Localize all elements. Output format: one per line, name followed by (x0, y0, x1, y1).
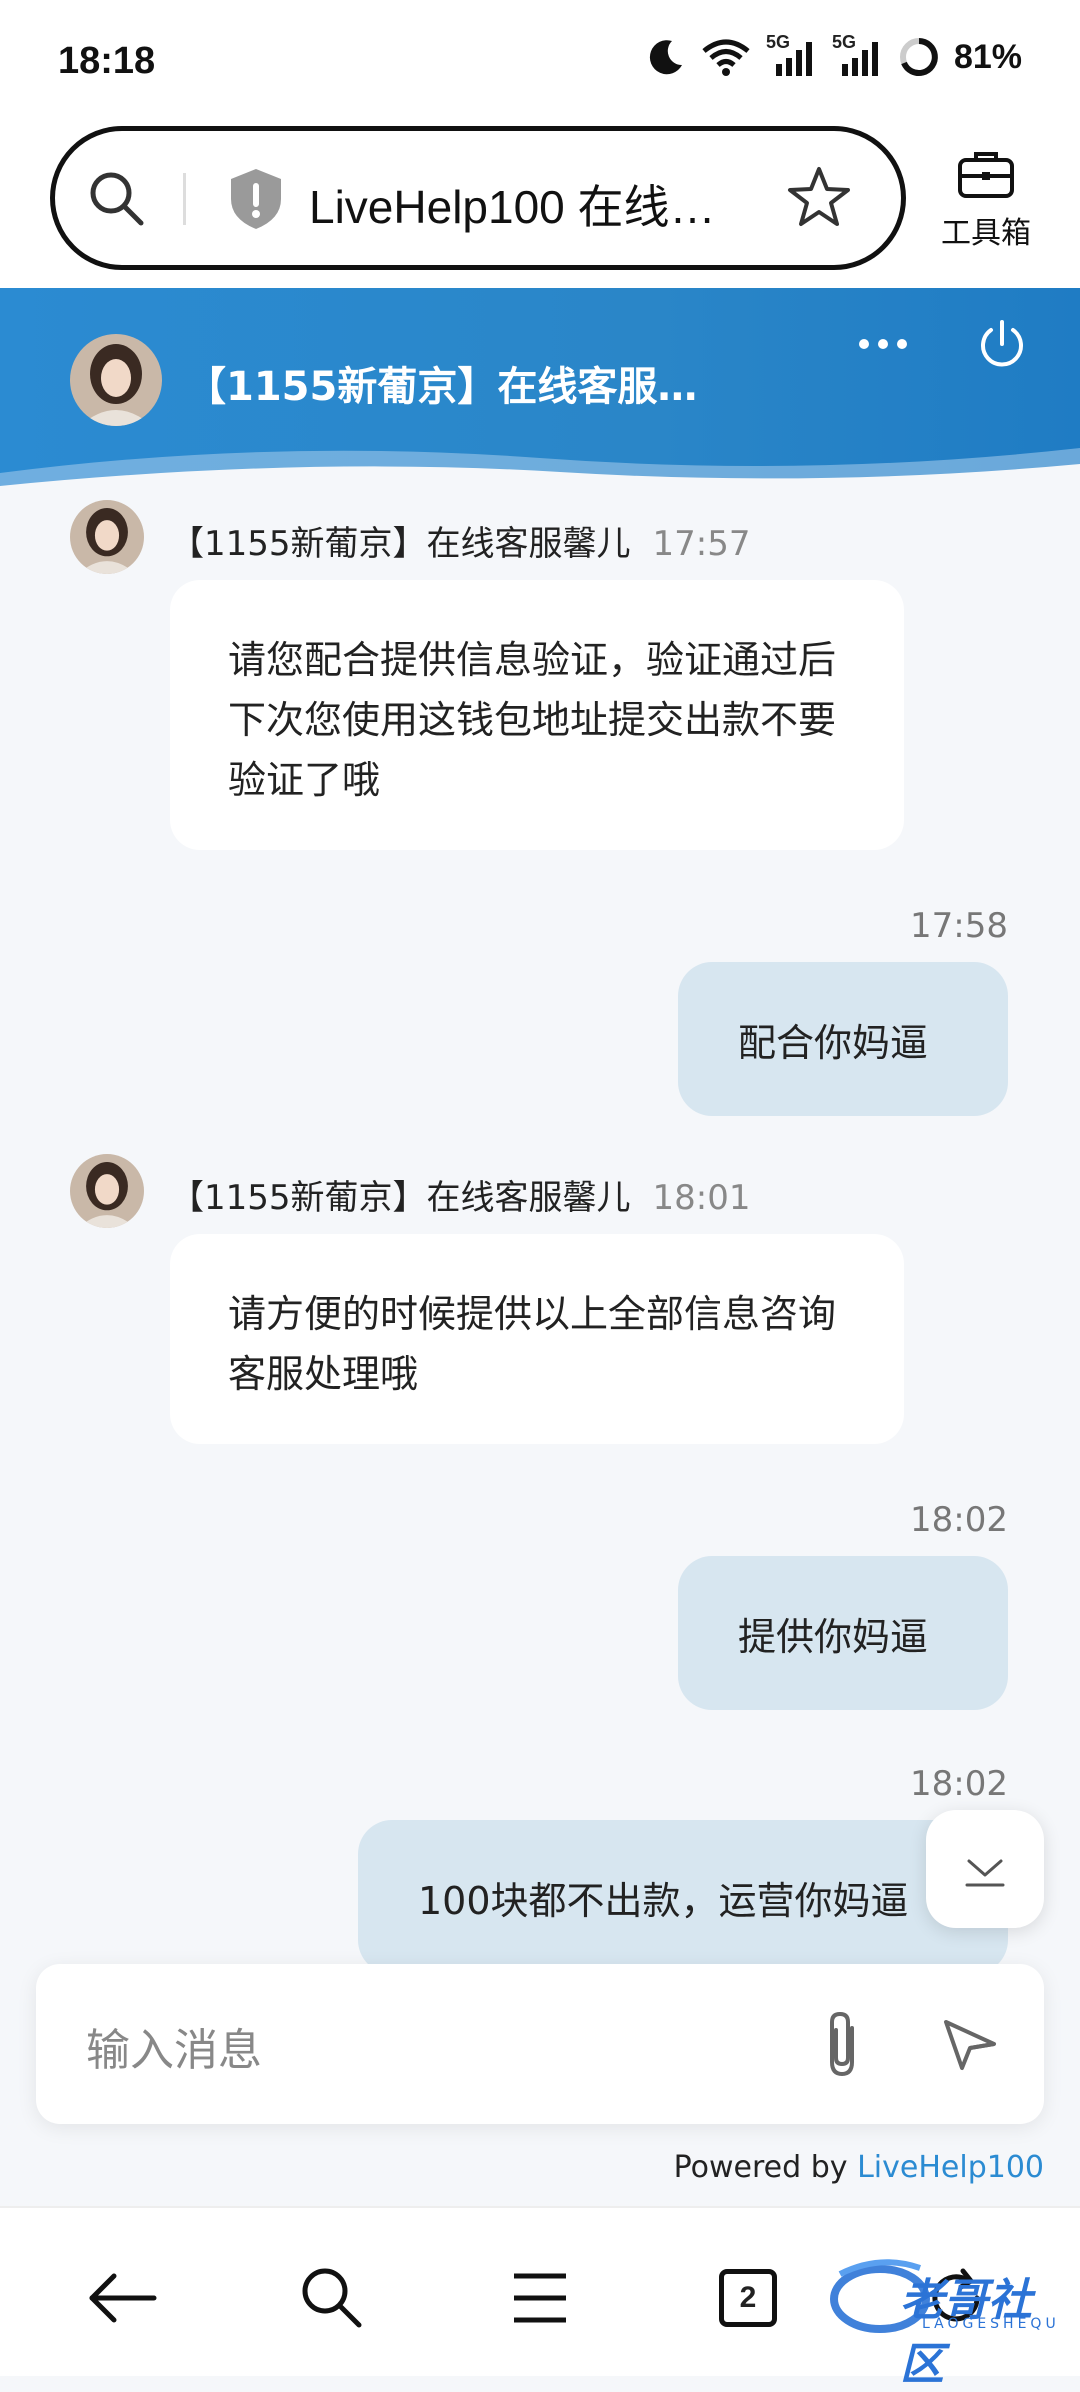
toolbox-label: 工具箱 (941, 216, 1031, 251)
message-sender: 【1155新葡京】在线客服馨儿 17:57 (170, 516, 751, 565)
outgoing-message-bubble: 配合你妈逼 (678, 962, 1008, 1116)
outgoing-message-bubble: 提供你妈逼 (678, 1556, 1008, 1710)
paperclip-icon[interactable] (822, 2008, 866, 2080)
powered-by: Powered by LiveHelp100 (674, 2150, 1044, 2185)
message-avatar[interactable] (70, 500, 144, 574)
address-divider (183, 173, 186, 225)
moon-icon (649, 40, 682, 75)
arrow-left-icon (89, 2273, 157, 2323)
bottom-navigation: 2 老哥社区 LAOGESHEQU (0, 2206, 1080, 2390)
watermark-logo: 老哥社区 LAOGESHEQU (830, 2254, 1070, 2390)
sender-name: 【1155新葡京】在线客服馨儿 (170, 524, 631, 564)
battery-percent: 81% (953, 37, 1022, 76)
incoming-message-bubble: 请您配合提供信息验证，验证通过后下次您使用这钱包地址提交出款不要验证了哦 (170, 580, 904, 850)
message-time: 17:58 (910, 906, 1008, 946)
message-time: 18:02 (910, 1764, 1008, 1804)
message-composer: 输入消息 (36, 1964, 1044, 2124)
signal-5g-icon-1: 5G (766, 32, 818, 78)
search-icon (302, 2268, 362, 2328)
wifi-icon (702, 39, 750, 76)
back-button[interactable] (82, 2258, 162, 2338)
message-time: 17:57 (652, 524, 751, 564)
incoming-message-bubble: 请方便的时候提供以上全部信息咨询客服处理哦 (170, 1234, 904, 1444)
browser-bar: LiveHelp100 在线… 工具箱 (0, 120, 1080, 288)
status-bar: 18:18 5G 5G 81% (0, 0, 1080, 120)
message-time: 18:01 (652, 1178, 751, 1218)
tabs-button[interactable]: 2 (708, 2258, 788, 2338)
toolbox-button[interactable]: 工具箱 (936, 148, 1036, 252)
message-text: 提供你妈逼 (738, 1614, 929, 1659)
shield-warning-icon[interactable] (227, 167, 285, 231)
status-time: 18:18 (58, 40, 156, 82)
header-wave-decoration (0, 448, 1080, 498)
scroll-to-bottom-button[interactable] (926, 1810, 1044, 1928)
watermark-subtext: LAOGESHEQU (922, 2316, 1060, 2332)
signal-5g-icon-2: 5G (832, 32, 884, 78)
send-icon[interactable] (940, 2014, 1000, 2074)
status-icons: 5G 5G 81% (646, 32, 1022, 78)
message-sender: 【1155新葡京】在线客服馨儿 18:01 (170, 1170, 751, 1219)
message-avatar[interactable] (70, 1154, 144, 1228)
message-text: 请方便的时候提供以上全部信息咨询客服处理哦 (228, 1292, 837, 1396)
url-text[interactable]: LiveHelp100 在线… (309, 171, 716, 237)
sender-name: 【1155新葡京】在线客服馨儿 (170, 1178, 631, 1218)
search-icon[interactable] (85, 167, 149, 231)
powered-by-label: Powered by (673, 2150, 848, 2185)
menu-icon (514, 2273, 566, 2323)
arrow-down-icon (965, 1859, 1005, 1887)
message-text: 配合你妈逼 (738, 1020, 929, 1065)
bookmark-star-icon[interactable] (785, 163, 853, 231)
message-text: 请您配合提供信息验证，验证通过后下次您使用这钱包地址提交出款不要验证了哦 (228, 638, 837, 802)
agent-avatar[interactable] (70, 334, 162, 426)
address-bar[interactable]: LiveHelp100 在线… (50, 126, 906, 270)
message-time: 18:02 (910, 1500, 1008, 1540)
more-icon[interactable] (856, 334, 910, 354)
chat-title: 【1155新葡京】在线客服… (186, 364, 698, 410)
message-text: 100块都不出款，运营你妈逼 (418, 1878, 909, 1923)
chat-header: 【1155新葡京】在线客服… (0, 288, 1080, 498)
livehelp-link[interactable]: LiveHelp100 (857, 2150, 1044, 2185)
toolbox-icon (958, 152, 1014, 198)
message-input[interactable]: 输入消息 (86, 2014, 262, 2078)
tab-count: 2 (719, 2269, 777, 2327)
menu-button[interactable] (500, 2258, 580, 2338)
outgoing-message-bubble: 100块都不出款，运营你妈逼 (358, 1820, 1008, 1974)
battery-ring-icon (899, 38, 938, 76)
power-icon[interactable] (976, 318, 1028, 370)
nav-search-button[interactable] (292, 2258, 372, 2338)
